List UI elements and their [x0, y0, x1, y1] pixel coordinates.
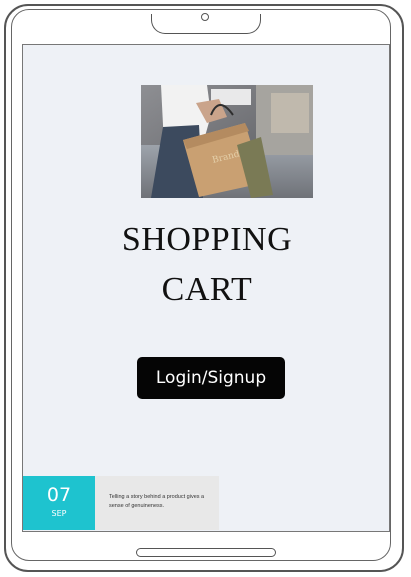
- page-title-line-2: CART: [161, 271, 253, 308]
- login-signup-button[interactable]: Login/Signup: [137, 357, 285, 399]
- home-indicator[interactable]: [136, 548, 276, 557]
- date-month: SEP: [51, 509, 67, 518]
- app-screen: Brand SHOPPING CART Login/Signup 07 SEP …: [22, 44, 390, 532]
- page-title-line-1: SHOPPING: [121, 221, 293, 258]
- shopping-bag-photo: Brand: [141, 85, 313, 198]
- story-text: Telling a story behind a product gives a…: [95, 476, 219, 530]
- date-day: 07: [46, 484, 72, 506]
- camera-icon: [201, 13, 209, 21]
- date-badge: 07 SEP: [23, 476, 95, 530]
- hero-image: Brand: [141, 85, 313, 198]
